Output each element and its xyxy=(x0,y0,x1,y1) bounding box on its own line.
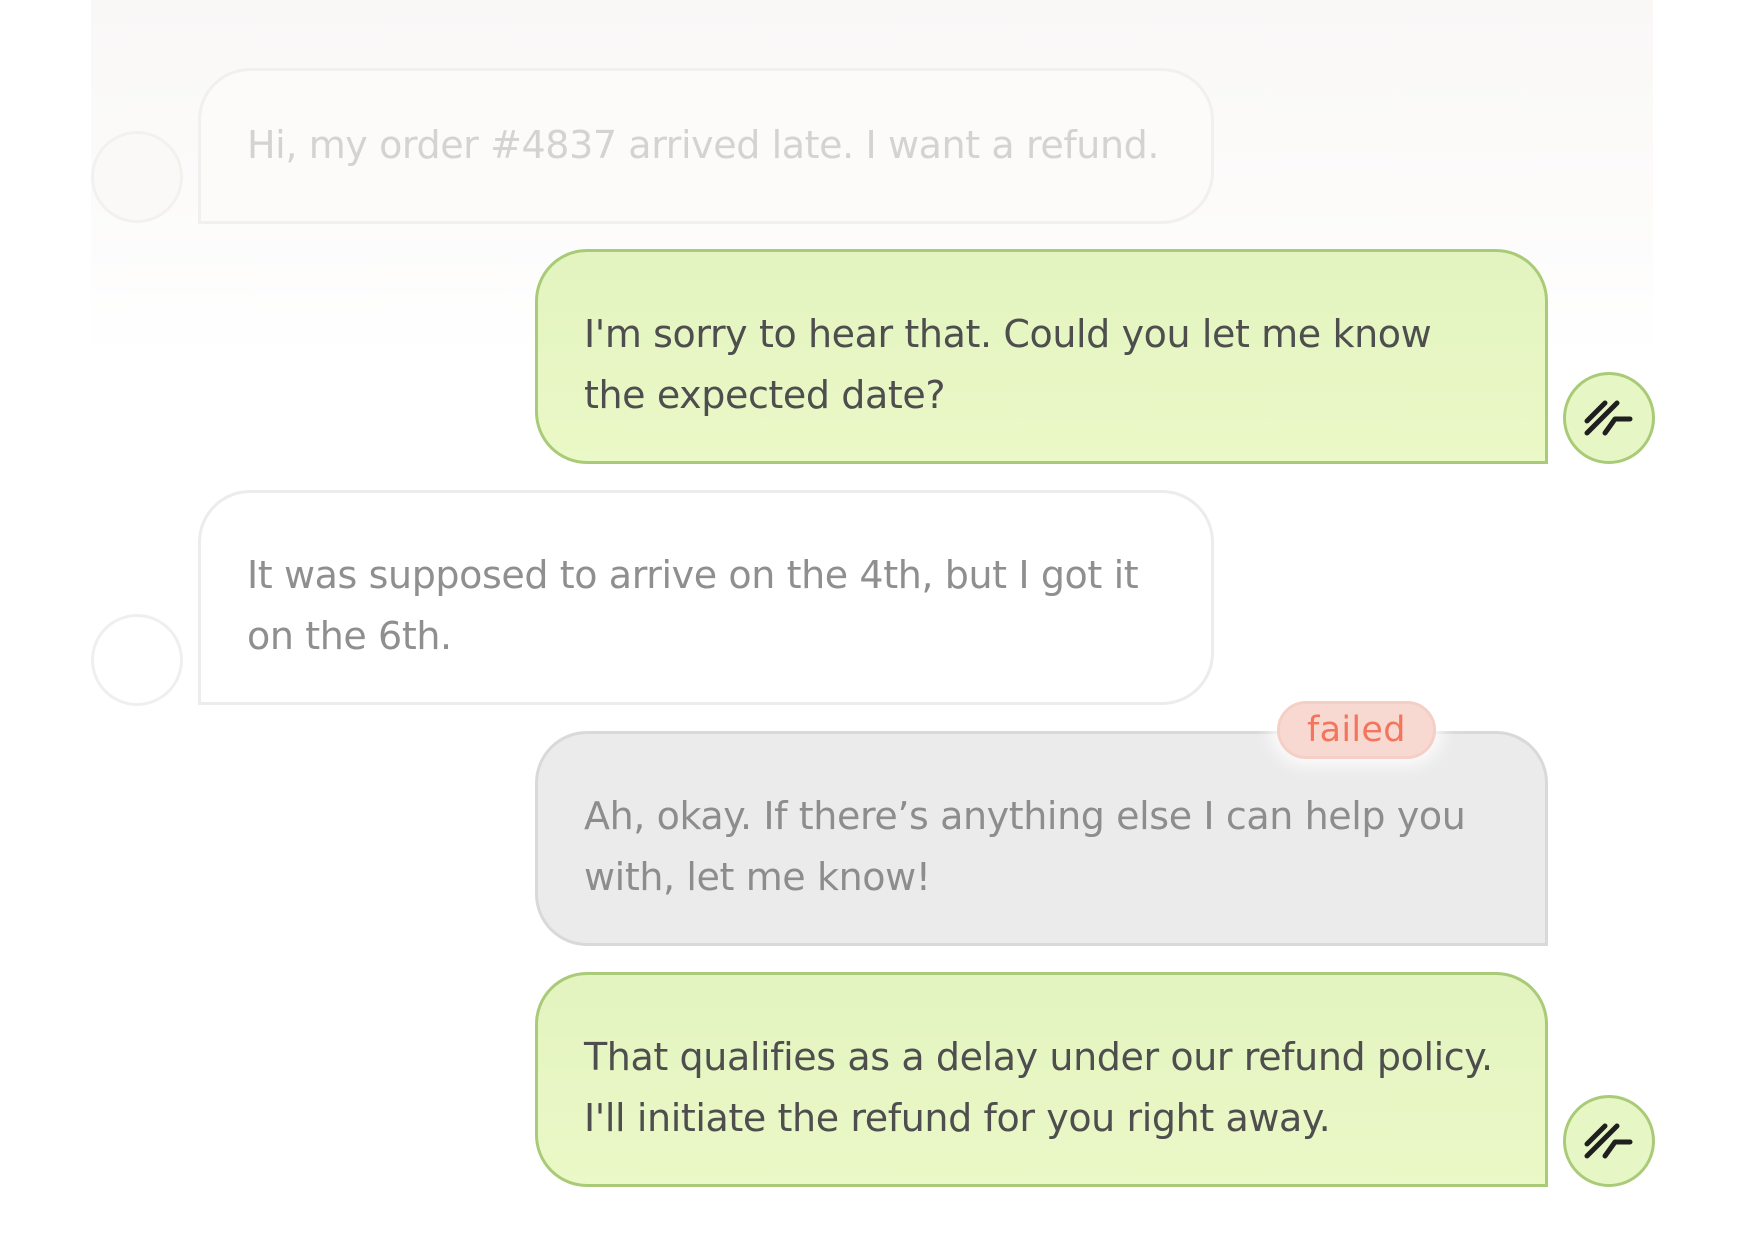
message-text: I'm sorry to hear that. Could you let me… xyxy=(584,312,1432,417)
customer-message: It was supposed to arrive on the 4th, bu… xyxy=(198,490,1214,705)
zigzag-logo-icon xyxy=(1584,400,1633,436)
customer-message: Hi, my order #4837 arrived late. I want … xyxy=(198,68,1214,224)
agent-message: I'm sorry to hear that. Could you let me… xyxy=(535,249,1548,464)
message-text: Hi, my order #4837 arrived late. I want … xyxy=(247,123,1160,167)
zigzag-logo-icon xyxy=(1584,1123,1633,1159)
agent-avatar xyxy=(1563,372,1655,464)
customer-avatar xyxy=(91,614,183,706)
customer-avatar xyxy=(91,131,183,223)
failed-status-badge: failed xyxy=(1277,701,1436,759)
message-text: It was supposed to arrive on the 4th, bu… xyxy=(247,553,1139,658)
status-badge-label: failed xyxy=(1307,710,1406,750)
agent-message-failed: Ah, okay. If there’s anything else I can… xyxy=(535,731,1548,946)
message-text: Ah, okay. If there’s anything else I can… xyxy=(584,794,1466,899)
agent-message: That qualifies as a delay under our refu… xyxy=(535,972,1548,1187)
message-text: That qualifies as a delay under our refu… xyxy=(584,1035,1493,1140)
agent-avatar xyxy=(1563,1095,1655,1187)
chat-transcript: Hi, my order #4837 arrived late. I want … xyxy=(0,0,1737,1238)
